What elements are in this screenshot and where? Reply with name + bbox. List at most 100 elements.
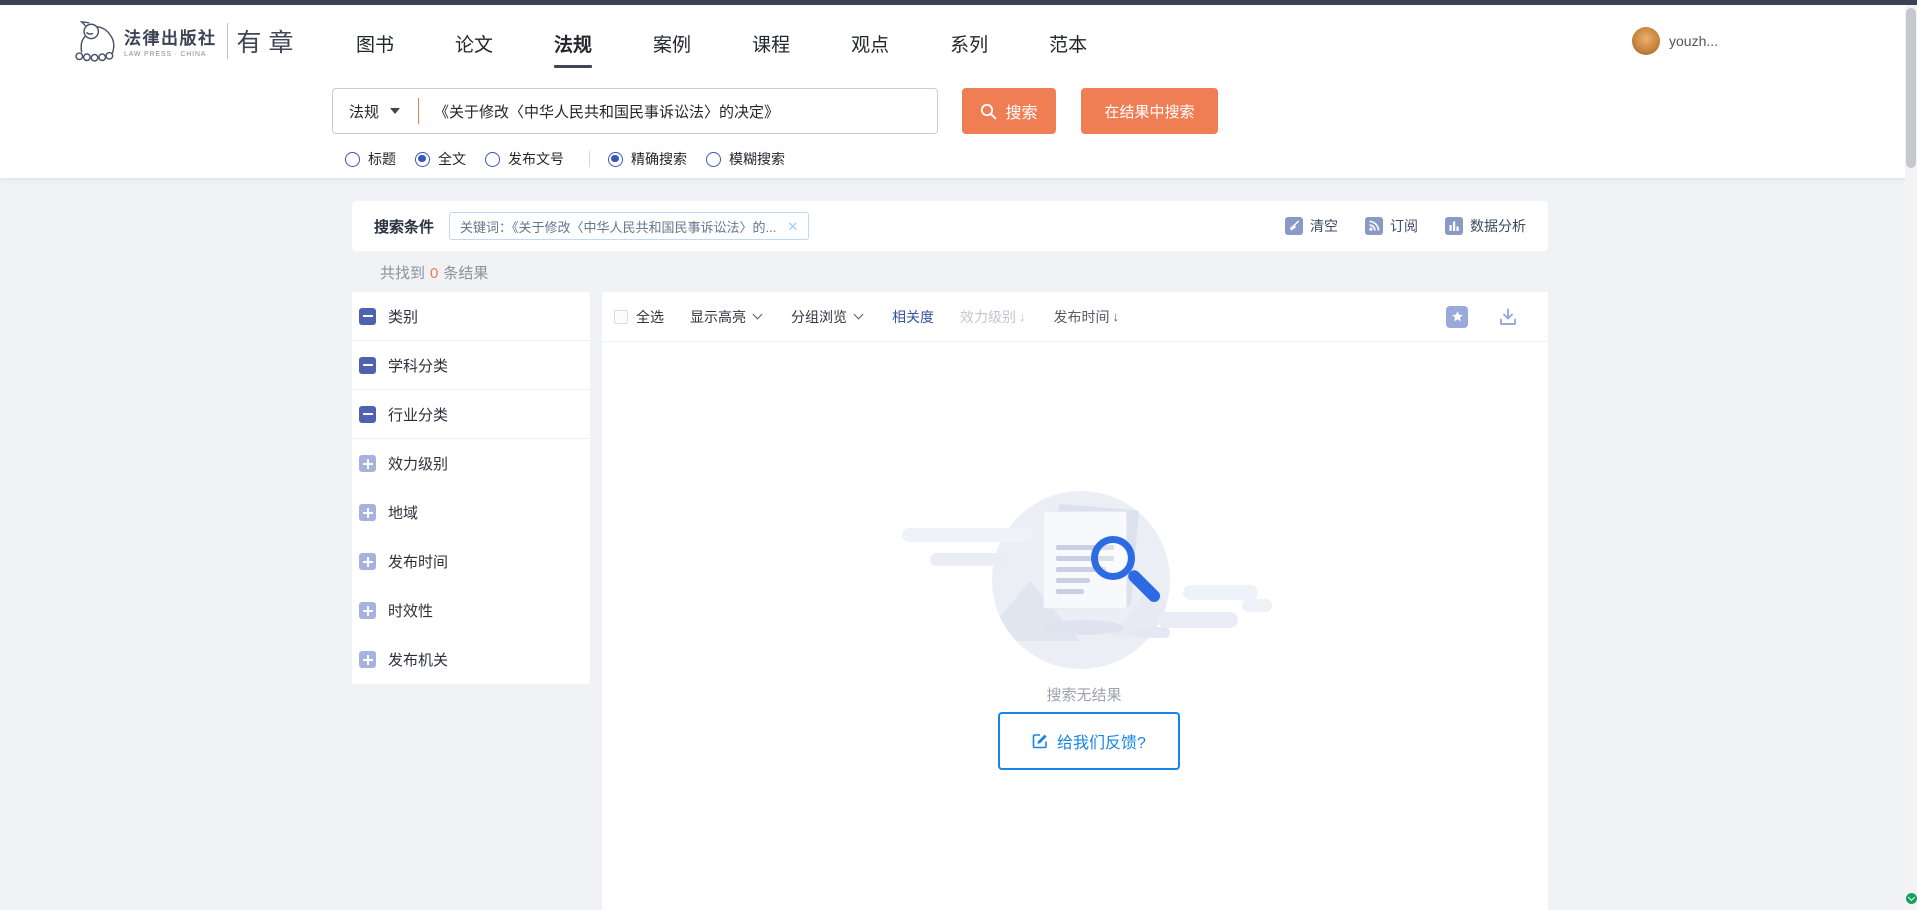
show-highlight-dropdown[interactable]: 显示高亮 [690, 307, 761, 327]
cloud-shape [1135, 627, 1170, 638]
brand-name-en: LAW PRESS · CHINA [124, 51, 217, 58]
chevron-down-icon [854, 310, 864, 320]
nav-item-cases[interactable]: 案例 [653, 30, 691, 68]
search-input[interactable] [419, 90, 937, 132]
scope-radio-title[interactable]: 标题 [345, 149, 396, 169]
star-icon [1451, 310, 1464, 323]
brand-divider [227, 23, 228, 59]
nav-item-series[interactable]: 系列 [950, 30, 988, 68]
radio-selected-icon [415, 152, 430, 167]
result-count: 0 [425, 265, 443, 282]
filter-validity[interactable]: 时效性 [352, 586, 590, 635]
scope-radio-fulltext[interactable]: 全文 [415, 149, 466, 169]
scrollbar[interactable] [1905, 0, 1917, 910]
sort-relevance[interactable]: 相关度 [892, 307, 934, 327]
filter-region[interactable]: 地域 [352, 488, 590, 537]
scroll-indicator-icon[interactable] [1906, 893, 1917, 904]
chevron-down-icon [753, 310, 763, 320]
results-panel: 全选 显示高亮 分组浏览 相关度 效力级别 ↓ 发布时间 ↓ [602, 292, 1548, 910]
conditions-title: 搜索条件 [374, 216, 434, 237]
active-tab-underline [554, 65, 592, 68]
select-all-checkbox[interactable] [614, 310, 628, 324]
nav-item-books[interactable]: 图书 [356, 30, 394, 68]
cloud-shape [902, 528, 1032, 542]
minus-icon [359, 406, 376, 423]
lawpress-lion-icon [74, 19, 118, 63]
sort-effect-level[interactable]: 效力级别 ↓ [960, 307, 1026, 327]
header: 法律出版社 LAW PRESS · CHINA 有章 图书 论文 法规 案例 课… [0, 5, 1917, 178]
search-category-select[interactable]: 法规 [333, 101, 418, 122]
filter-sidebar: 类别 学科分类 行业分类 效力级别 地域 发布时间 时效性 发布机关 [352, 292, 590, 684]
keyword-tag: 关键词：《关于修改〈中华人民共和国民事诉讼法〉的... [449, 212, 809, 240]
filter-effect-level[interactable]: 效力级别 [352, 439, 590, 488]
minus-icon [359, 357, 376, 374]
minus-icon [359, 308, 376, 325]
plus-icon [359, 553, 376, 570]
radio-selected-icon [608, 152, 623, 167]
mode-radio-fuzzy[interactable]: 模糊搜索 [706, 149, 785, 169]
cloud-shape [1183, 585, 1258, 600]
nav-item-regulations[interactable]: 法规 [554, 30, 592, 68]
search-icon [980, 103, 997, 120]
search-row: 法规 搜索 在结果中搜索 [332, 88, 1218, 134]
filter-publish-date[interactable]: 发布时间 [352, 537, 590, 586]
download-button[interactable] [1498, 307, 1518, 327]
plus-icon [359, 504, 376, 521]
filter-issuing-authority[interactable]: 发布机关 [352, 635, 590, 684]
no-results-message: 搜索无结果 [866, 684, 1302, 705]
rss-icon [1365, 217, 1383, 235]
arrow-down-icon: ↓ [1113, 309, 1120, 324]
nav-item-viewpoints[interactable]: 观点 [851, 30, 889, 68]
search-options-row: 标题 全文 发布文号 精确搜索 模糊搜索 [345, 149, 804, 169]
brand-name-cn: 法律出版社 [124, 24, 217, 49]
nav-item-courses[interactable]: 课程 [752, 30, 790, 68]
cloud-shape [1158, 612, 1238, 628]
radio-icon [706, 152, 721, 167]
results-toolbar: 全选 显示高亮 分组浏览 相关度 效力级别 ↓ 发布时间 ↓ [602, 292, 1548, 342]
user-name: youzh... [1669, 33, 1718, 49]
user-menu[interactable]: youzh... [1632, 27, 1718, 55]
plus-icon [359, 651, 376, 668]
search-box: 法规 [332, 88, 938, 134]
plus-icon [359, 602, 376, 619]
search-button[interactable]: 搜索 [962, 88, 1056, 134]
filter-category[interactable]: 类别 [352, 292, 590, 341]
search-in-results-button[interactable]: 在结果中搜索 [1081, 88, 1218, 134]
result-count-summary: 共找到0条结果 [380, 262, 488, 283]
filter-industry[interactable]: 行业分类 [352, 390, 590, 439]
filter-subject[interactable]: 学科分类 [352, 341, 590, 390]
radio-group-divider [589, 151, 590, 167]
data-analysis-button[interactable]: 数据分析 [1445, 216, 1526, 236]
top-strip [0, 0, 1917, 5]
product-name: 有章 [237, 23, 301, 59]
cloud-shape [1242, 599, 1272, 612]
clear-conditions-button[interactable]: 清空 [1285, 216, 1338, 236]
scope-radio-doc-number[interactable]: 发布文号 [485, 149, 564, 169]
download-icon [1498, 307, 1518, 327]
select-all-label[interactable]: 全选 [636, 307, 664, 327]
feedback-button[interactable]: 给我们反馈? [998, 712, 1180, 770]
bar-chart-icon [1445, 217, 1463, 235]
nav-item-papers[interactable]: 论文 [455, 30, 493, 68]
document-shadow [1046, 620, 1124, 635]
edit-icon [1032, 733, 1048, 749]
nav-item-templates[interactable]: 范本 [1049, 30, 1087, 68]
brand-logo[interactable]: 法律出版社 LAW PRESS · CHINA 有章 [74, 15, 301, 67]
radio-icon [345, 152, 360, 167]
main-nav: 图书 论文 法规 案例 课程 观点 系列 范本 [356, 30, 1087, 68]
search-category-value: 法规 [349, 101, 379, 122]
broom-icon [1285, 217, 1303, 235]
radio-icon [485, 152, 500, 167]
scrollbar-thumb[interactable] [1906, 8, 1916, 168]
keyword-tag-text: 关键词：《关于修改〈中华人民共和国民事诉讼法〉的... [460, 217, 776, 236]
search-conditions-bar: 搜索条件 关键词：《关于修改〈中华人民共和国民事诉讼法〉的... 清空 [352, 201, 1548, 251]
user-avatar[interactable] [1632, 27, 1660, 55]
subscribe-button[interactable]: 订阅 [1365, 216, 1418, 236]
caret-down-icon [390, 108, 400, 114]
cloud-shape [930, 553, 1005, 566]
favorite-button[interactable] [1446, 306, 1468, 328]
mode-radio-exact[interactable]: 精确搜索 [608, 149, 687, 169]
close-icon[interactable] [787, 220, 798, 233]
sort-publish-date[interactable]: 发布时间 ↓ [1054, 307, 1120, 327]
group-browse-dropdown[interactable]: 分组浏览 [791, 307, 862, 327]
